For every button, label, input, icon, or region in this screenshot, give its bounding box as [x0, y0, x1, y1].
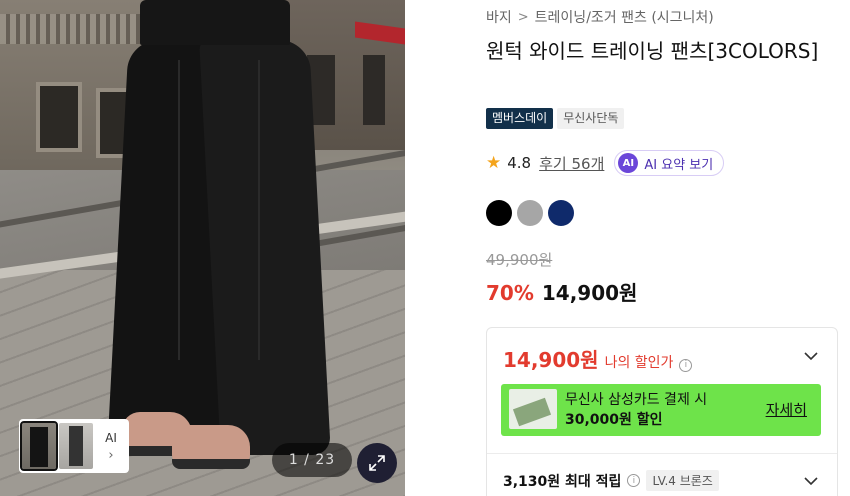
rating-row: ★ 4.8 후기 56개 AI AI 요약 보기 [486, 150, 725, 176]
product-info-panel: 바지 > 트레이닝/조거 팬츠 (시그니처) 원턱 와이드 트레이닝 팬츠[3C… [486, 0, 850, 496]
rating-score: 4.8 [507, 154, 532, 172]
exclusive-badge: 무신사단독 [557, 108, 625, 129]
expand-icon [369, 455, 385, 471]
info-icon[interactable]: i [679, 358, 693, 372]
thumbnail-strip: AI › [19, 419, 129, 473]
points-amount: 3,130원 최대 적립 [503, 473, 622, 490]
benefit-card: 14,900원 나의 할인가 i 무신사 삼성카드 결제 시 30,000원 할… [486, 327, 838, 496]
level-badge: LV.4 브론즈 [646, 470, 719, 491]
ai-thumbnail-label: AI [105, 430, 117, 445]
breadcrumb-separator: > [517, 9, 529, 25]
chevron-down-icon-points[interactable] [803, 473, 819, 489]
price-row: 70% 14,900원 [486, 277, 637, 306]
ai-icon: AI [618, 153, 639, 173]
divider [487, 453, 837, 454]
original-price: 49,900원 [486, 251, 553, 269]
thumbnail-1[interactable] [20, 421, 58, 471]
breadcrumb-subcategory[interactable]: 트레이닝/조거 팬츠 (시그니처) [535, 7, 714, 27]
breadcrumb-category[interactable]: 바지 [486, 7, 512, 27]
promo-detail-link[interactable]: 자세히 [766, 399, 807, 420]
reviews-link[interactable]: 후기 56개 [539, 153, 604, 174]
product-title: 원턱 와이드 트레이닝 팬츠[3COLORS] [486, 39, 819, 63]
my-price-row[interactable]: 14,900원 나의 할인가 i [503, 344, 693, 373]
color-swatch-navy[interactable] [548, 200, 574, 226]
ai-thumbnail-button[interactable]: AI › [96, 423, 126, 469]
points-info-icon[interactable]: i [627, 474, 641, 487]
chevron-down-icon[interactable] [803, 348, 819, 364]
ai-summary-label: AI 요약 보기 [644, 157, 714, 173]
breadcrumb: 바지 > 트레이닝/조거 팬츠 (시그니처) [486, 7, 714, 27]
my-price-label: 나의 할인가 [604, 355, 674, 371]
my-price: 14,900원 [503, 348, 599, 372]
model-pants [107, 0, 331, 460]
star-icon: ★ [486, 153, 502, 173]
promo-line2: 30,000원 할인 [565, 412, 663, 428]
product-image[interactable]: AI › 1 / 23 [0, 0, 405, 496]
discount-rate: 70% [486, 281, 534, 305]
color-swatch-black[interactable] [486, 200, 512, 226]
thumbnail-2[interactable] [59, 423, 93, 469]
expand-button[interactable] [357, 443, 397, 483]
model-shoe-right [172, 425, 250, 469]
ai-summary-button[interactable]: AI AI 요약 보기 [614, 150, 725, 176]
badge-group: 멤버스데이 무신사단독 [486, 108, 625, 129]
color-options [486, 200, 574, 226]
image-counter: 1 / 23 [272, 443, 352, 477]
points-row[interactable]: 3,130원 최대 적립 i LV.4 브론즈 [503, 470, 719, 491]
promo-line1: 무신사 삼성카드 결제 시 [565, 392, 708, 408]
chevron-right-icon: › [108, 447, 114, 463]
members-day-badge: 멤버스데이 [486, 108, 554, 129]
color-swatch-gray[interactable] [517, 200, 543, 226]
sale-price: 14,900원 [541, 281, 638, 305]
promo-text: 무신사 삼성카드 결제 시 30,000원 할인 [565, 390, 707, 430]
card-promo-banner[interactable]: 무신사 삼성카드 결제 시 30,000원 할인 자세히 [501, 384, 821, 436]
promo-image [509, 389, 557, 429]
